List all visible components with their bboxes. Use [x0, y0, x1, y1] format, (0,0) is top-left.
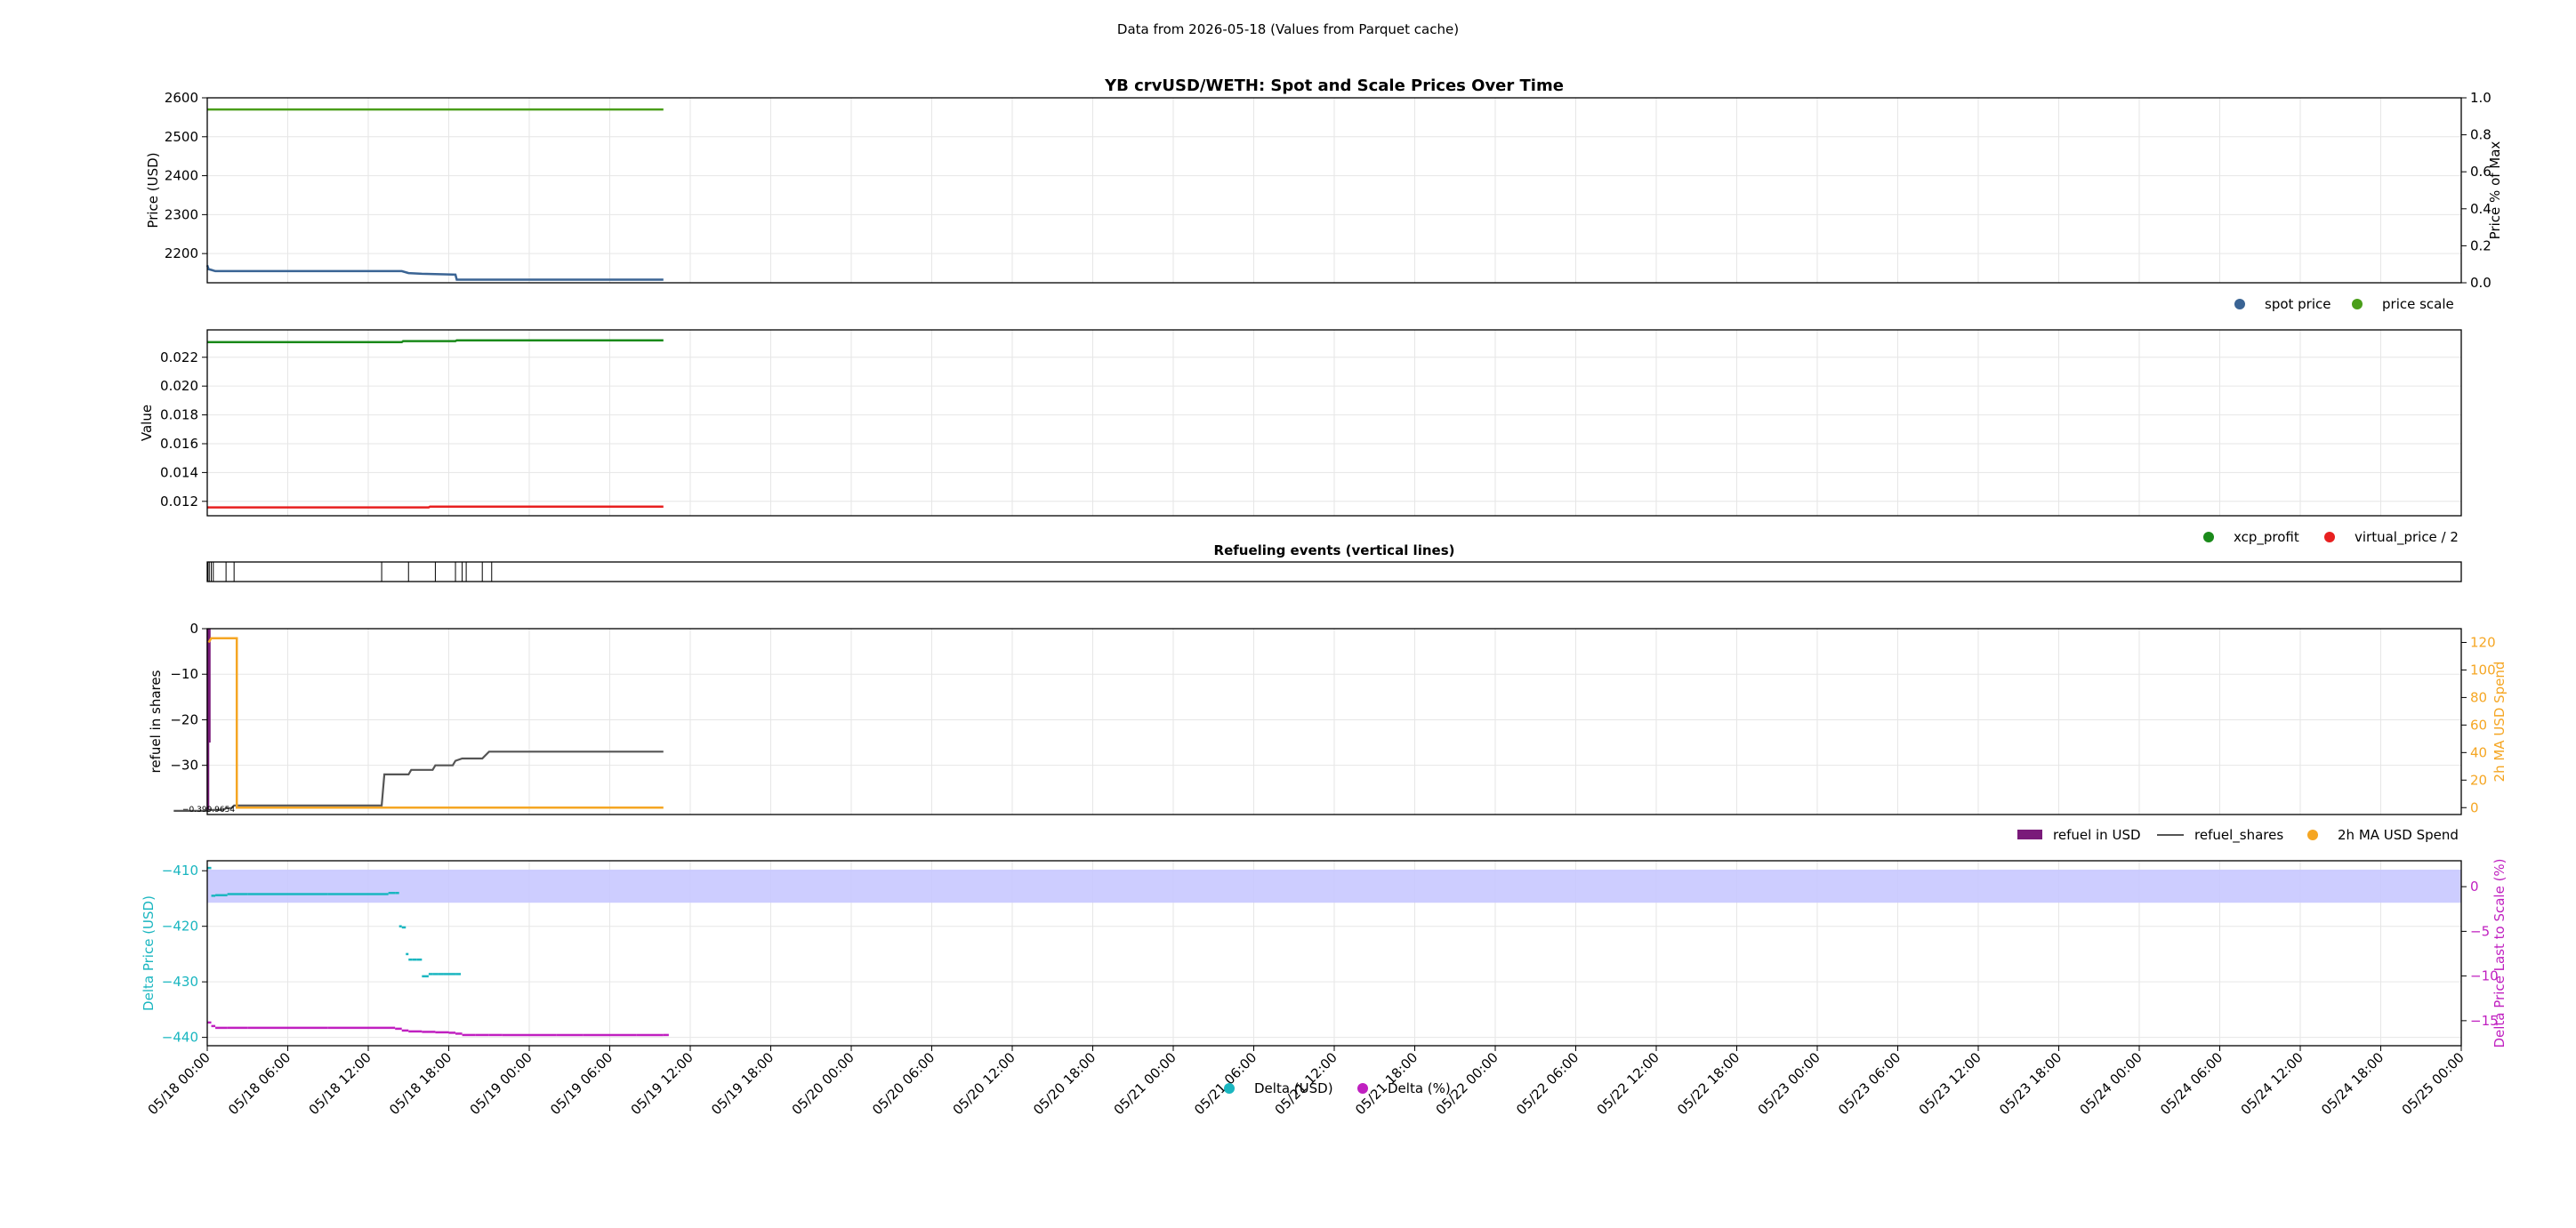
panel4-annotation: −0.399.9654	[182, 806, 235, 815]
x-tick-label: 05/22 06:00	[1513, 1049, 1582, 1118]
y-tick-label: 2400	[165, 168, 198, 184]
series-line-spot-price	[205, 264, 664, 281]
x-tick-label: 05/18 12:00	[306, 1049, 374, 1118]
y-tick-label: 0.016	[160, 436, 198, 452]
y-tick-label: 2300	[165, 206, 198, 222]
legend-label: price scale	[2382, 296, 2454, 312]
panel1-title: YB crvUSD/WETH: Spot and Scale Prices Ov…	[1104, 76, 1564, 95]
y2-tick-label: 80	[2470, 689, 2487, 705]
legend-marker	[2017, 830, 2042, 839]
y-tick-label: −420	[162, 919, 198, 935]
x-tick-label: 05/18 06:00	[225, 1049, 294, 1118]
x-tick-label: 05/20 06:00	[869, 1049, 938, 1118]
x-tick-label: 05/24 12:00	[2238, 1049, 2306, 1118]
panel3-frame	[206, 561, 2462, 582]
x-tick-label: 05/19 06:00	[547, 1049, 616, 1118]
series-line-xcp-profit	[207, 339, 664, 344]
y2-tick-label: 60	[2470, 717, 2487, 733]
x-tick-label: 05/24 00:00	[2077, 1049, 2145, 1118]
x-tick-label: 05/18 00:00	[145, 1049, 213, 1118]
y-tick-label: −440	[162, 1030, 198, 1046]
chart-svg: Data from 2026-05-18 (Values from Parque…	[139, 21, 2508, 1118]
legend-marker	[2352, 299, 2363, 309]
y2-tick-label: 1.0	[2470, 90, 2491, 106]
y-axis-label: refuel in shares	[148, 670, 164, 773]
chart-figure: Data from 2026-05-18 (Values from Parque…	[0, 0, 2576, 1224]
x-tick-label: 05/25 00:00	[2399, 1049, 2467, 1118]
series-line-virtual-price	[207, 505, 664, 509]
legend-marker	[1224, 1083, 1235, 1094]
legend-label: virtual_price / 2	[2355, 529, 2459, 546]
y-tick-label: 0	[189, 621, 198, 637]
y-tick-label: −30	[170, 758, 198, 774]
y-tick-label: 0.020	[160, 378, 198, 394]
y2-tick-label: −5	[2470, 923, 2490, 939]
y2-tick-label: 0	[2470, 879, 2479, 895]
y-axis-label: Value	[139, 405, 155, 441]
y-tick-label: 2200	[165, 245, 198, 261]
legend-label: refuel_shares	[2194, 827, 2283, 844]
x-tick-label: 05/22 18:00	[1674, 1049, 1743, 1118]
x-tick-label: 05/23 00:00	[1755, 1049, 1823, 1118]
y-tick-label: 0.022	[160, 349, 198, 365]
legend-label: spot price	[2265, 296, 2331, 312]
y-tick-label: 0.014	[160, 464, 198, 480]
legend-marker	[2324, 532, 2335, 542]
x-tick-label: 05/24 06:00	[2157, 1049, 2226, 1118]
y-tick-label: 0.018	[160, 407, 198, 423]
legend-marker	[1357, 1083, 1368, 1094]
x-tick-label: 05/23 18:00	[1996, 1049, 2065, 1118]
x-tick-label: 05/22 12:00	[1594, 1049, 1662, 1118]
x-tick-label: 05/21 06:00	[1191, 1049, 1260, 1118]
figure-suptitle: Data from 2026-05-18 (Values from Parque…	[1117, 21, 1459, 37]
legend-label: refuel in USD	[2053, 827, 2141, 843]
y2-tick-label: 20	[2470, 772, 2487, 788]
refuel-usd-bar	[207, 629, 211, 743]
y2-tick-label: 40	[2470, 744, 2487, 760]
y-tick-label: 2600	[165, 90, 198, 106]
y-tick-label: −10	[170, 666, 198, 682]
y-tick-label: −430	[162, 974, 198, 990]
x-tick-label: 05/21 00:00	[1111, 1049, 1179, 1118]
legend-label: Delta (USD)	[1254, 1080, 1333, 1096]
x-tick-label: 05/20 18:00	[1030, 1049, 1099, 1118]
series-line-ma-usd-spend	[207, 637, 664, 809]
y-tick-label: 0.012	[160, 494, 198, 510]
x-tick-label: 05/24 18:00	[2318, 1049, 2387, 1118]
y-axis-label: Price (USD)	[145, 152, 161, 228]
x-tick-label: 05/19 18:00	[708, 1049, 777, 1118]
legend-label: Delta (%)	[1388, 1080, 1451, 1096]
legend-label: xcp_profit	[2234, 529, 2299, 546]
x-tick-label: 05/19 00:00	[467, 1049, 535, 1118]
panel3-title: Refueling events (vertical lines)	[1214, 542, 1455, 558]
x-tick-label: 05/23 06:00	[1835, 1049, 1904, 1118]
tolerance-band	[207, 870, 2461, 903]
legend-marker	[2234, 299, 2245, 309]
y2-tick-label: 0	[2470, 799, 2479, 815]
y2-tick-label: 120	[2470, 634, 2496, 650]
y2-tick-label: 0.0	[2470, 275, 2491, 291]
x-tick-label: 05/20 12:00	[950, 1049, 1018, 1118]
y-axis-label: 2h MA USD Spend	[2491, 662, 2508, 783]
legend-label: 2h MA USD Spend	[2338, 827, 2459, 843]
x-tick-label: 05/19 12:00	[628, 1049, 696, 1118]
y2-tick-label: 0.8	[2470, 127, 2491, 143]
y-tick-label: 2500	[165, 129, 198, 145]
legend-marker	[2307, 830, 2318, 840]
x-tick-label: 05/18 18:00	[386, 1049, 455, 1118]
series-line-refuel-shares	[173, 750, 664, 812]
y-tick-label: −20	[170, 711, 198, 727]
y-axis-label: Price % of Max	[2487, 141, 2503, 240]
x-tick-label: 05/23 12:00	[1916, 1049, 1984, 1118]
y-tick-label: −410	[162, 863, 198, 879]
legend-marker	[2203, 532, 2214, 542]
y-axis-label: Delta Price Last to Scale (%)	[2491, 858, 2508, 1047]
x-tick-label: 05/20 00:00	[789, 1049, 857, 1118]
y-axis-label: Delta Price (USD)	[141, 895, 157, 1011]
